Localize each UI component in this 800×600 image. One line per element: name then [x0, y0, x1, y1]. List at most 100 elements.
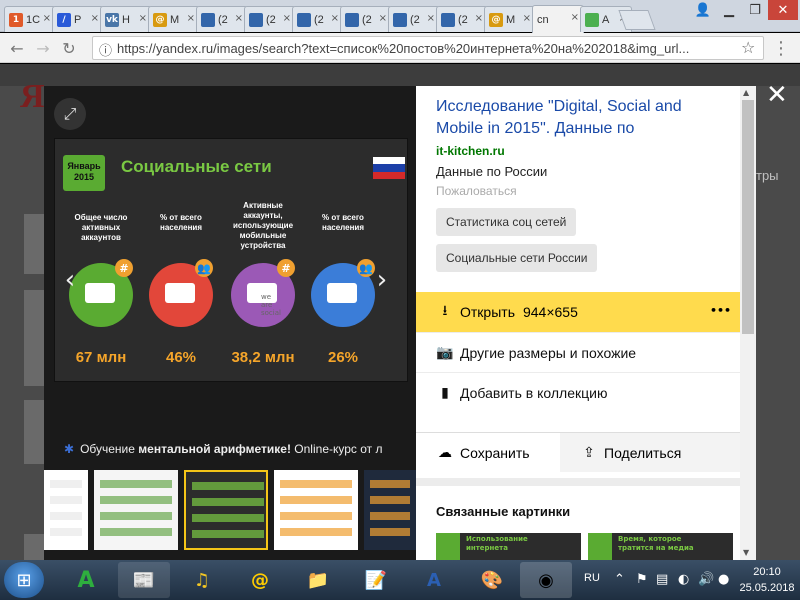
- thumbnail[interactable]: [274, 470, 358, 550]
- thumbnail-content: [100, 528, 172, 536]
- tab-close-icon[interactable]: ×: [187, 13, 195, 24]
- address-bar[interactable]: ⓘ https://yandex.ru/images/search?text=с…: [92, 36, 764, 60]
- browser-tab[interactable]: (2 ×: [292, 6, 344, 32]
- tab-close-icon[interactable]: ×: [283, 13, 291, 24]
- tab-label: M: [506, 13, 516, 26]
- other-sizes-button[interactable]: 📷 Другие размеры и похожие: [416, 332, 740, 372]
- complain-link[interactable]: Пожаловаться: [436, 184, 517, 198]
- thumbnail[interactable]: [94, 470, 178, 550]
- related-image-title: Время, которое тратится на медиа: [618, 535, 694, 552]
- prev-image-icon[interactable]: ‹: [56, 262, 84, 298]
- start-button[interactable]: ⊞: [4, 562, 44, 598]
- maximize-icon[interactable]: ❐: [742, 0, 768, 20]
- result-title-link[interactable]: Исследование "Digital, Social and Mobile…: [436, 96, 726, 140]
- chrome-icon[interactable]: ◉: [520, 562, 572, 598]
- app-launcher-icon[interactable]: A: [60, 562, 112, 598]
- browser-tab[interactable]: / P ×: [52, 6, 104, 32]
- browser-tab[interactable]: (2 ×: [388, 6, 440, 32]
- close-window-icon[interactable]: ✕: [768, 0, 798, 20]
- image-viewer: ⤢ Январь 2015 Социальные сети Общее числ…: [44, 86, 416, 560]
- browser-tab[interactable]: vk H ×: [100, 6, 152, 32]
- news-app-icon[interactable]: 📰: [118, 562, 170, 598]
- mail-agent-icon[interactable]: @: [234, 562, 286, 598]
- tab-close-icon[interactable]: ×: [523, 13, 531, 24]
- fullscreen-icon[interactable]: ⤢: [54, 98, 86, 130]
- browser-tab[interactable]: 1 1C ×: [4, 6, 56, 32]
- scroll-down-icon[interactable]: ▼: [743, 548, 749, 557]
- browser-tab[interactable]: (2 ×: [244, 6, 296, 32]
- tab-favicon-icon: vk: [105, 12, 119, 27]
- tray-app-icon[interactable]: ●: [718, 572, 729, 587]
- tab-close-icon[interactable]: ×: [427, 13, 435, 24]
- tag-chip[interactable]: Социальные сети России: [436, 244, 598, 272]
- back-icon[interactable]: ←: [6, 37, 28, 59]
- tab-close-icon[interactable]: ×: [139, 13, 147, 24]
- thumbnail-content: [370, 480, 410, 488]
- related-image[interactable]: Использование интернета: [436, 533, 581, 560]
- tab-close-icon[interactable]: ×: [571, 12, 579, 23]
- tab-close-icon[interactable]: ×: [43, 13, 51, 24]
- tag-chip[interactable]: Статистика соц сетей: [436, 208, 577, 236]
- thumbnail[interactable]: [44, 470, 88, 550]
- main-image[interactable]: Январь 2015 Социальные сети Общее число …: [54, 138, 408, 382]
- tab-label: (2: [362, 13, 372, 26]
- ad-banner[interactable]: ✱ Обучение ментальной арифметике! Online-…: [64, 442, 416, 462]
- tab-favicon-icon: [345, 12, 359, 27]
- scrollbar-thumb[interactable]: [742, 100, 754, 334]
- related-image[interactable]: Время, которое тратится на медиа: [588, 533, 733, 560]
- tab-close-icon[interactable]: ×: [235, 13, 243, 24]
- tab-label: (2: [266, 13, 276, 26]
- thumbnail-content: [280, 496, 352, 504]
- new-tab-button[interactable]: [618, 10, 656, 30]
- share-button[interactable]: ⇪ Поделиться: [560, 432, 740, 472]
- close-viewer-icon[interactable]: ✕: [766, 82, 788, 108]
- language-indicator[interactable]: RU: [584, 572, 600, 584]
- thumbnail[interactable]: [184, 470, 268, 550]
- clock[interactable]: 20:10 25.05.2018: [738, 564, 796, 596]
- paint-icon[interactable]: 🎨: [466, 562, 518, 598]
- minimize-icon[interactable]: ▁: [716, 0, 742, 20]
- tray-expand-icon[interactable]: ⌃: [614, 572, 625, 587]
- tab-close-icon[interactable]: ×: [91, 13, 99, 24]
- tab-label: H: [122, 13, 130, 26]
- menu-icon[interactable]: ⋮: [770, 37, 792, 59]
- browser-tab[interactable]: (2 ×: [436, 6, 488, 32]
- related-image-tag: [436, 533, 460, 560]
- tab-close-icon[interactable]: ×: [379, 13, 387, 24]
- tab-close-icon[interactable]: ×: [331, 13, 339, 24]
- tray-app-icon[interactable]: ◐: [678, 572, 689, 587]
- more-options-icon[interactable]: •••: [710, 304, 731, 317]
- tab-close-icon[interactable]: ×: [475, 13, 483, 24]
- forward-icon[interactable]: →: [32, 37, 54, 59]
- open-image-button[interactable]: ⭳ Открыть 944×655 •••: [416, 292, 740, 332]
- next-image-icon[interactable]: ›: [368, 262, 396, 298]
- save-button[interactable]: ☁ Сохранить: [416, 432, 560, 472]
- browser-toolbar: ← → ↻ ⓘ https://yandex.ru/images/search?…: [0, 33, 800, 63]
- network-icon[interactable]: ▤: [656, 572, 668, 587]
- music-app-icon[interactable]: ♫: [176, 562, 228, 598]
- info-icon[interactable]: ⓘ: [99, 40, 112, 59]
- word-icon[interactable]: A: [408, 562, 460, 598]
- tab-strip: 11C×/P×vkH×@M×(2×(2×(2×(2×(2×(2×@M×cn×A×…: [0, 0, 800, 33]
- tab-favicon-icon: [297, 12, 311, 27]
- reload-icon[interactable]: ↻: [58, 37, 80, 59]
- browser-tab[interactable]: (2 ×: [196, 6, 248, 32]
- browser-tab[interactable]: @ M ×: [484, 6, 536, 32]
- bookmark-star-icon[interactable]: ☆: [741, 38, 755, 57]
- browser-tab[interactable]: @ M ×: [148, 6, 200, 32]
- browser-tab[interactable]: cn ×: [532, 5, 584, 33]
- action-center-flag-icon[interactable]: ⚑: [636, 572, 648, 587]
- scroll-up-icon[interactable]: ▲: [743, 88, 749, 97]
- add-to-collection-button[interactable]: ▮ Добавить в коллекцию: [416, 372, 740, 412]
- thumbnail[interactable]: [364, 470, 416, 550]
- volume-icon[interactable]: 🔊: [698, 572, 714, 587]
- user-icon[interactable]: 👤: [690, 0, 716, 20]
- tab-label: (2: [410, 13, 420, 26]
- browser-tab[interactable]: (2 ×: [340, 6, 392, 32]
- thumbnail-content: [192, 530, 264, 538]
- notepad-icon[interactable]: 📝: [350, 562, 402, 598]
- divider: [416, 478, 740, 486]
- file-explorer-icon[interactable]: 📁: [292, 562, 344, 598]
- tab-favicon-icon: [441, 12, 455, 27]
- source-site-link[interactable]: it-kitchen.ru: [436, 144, 505, 158]
